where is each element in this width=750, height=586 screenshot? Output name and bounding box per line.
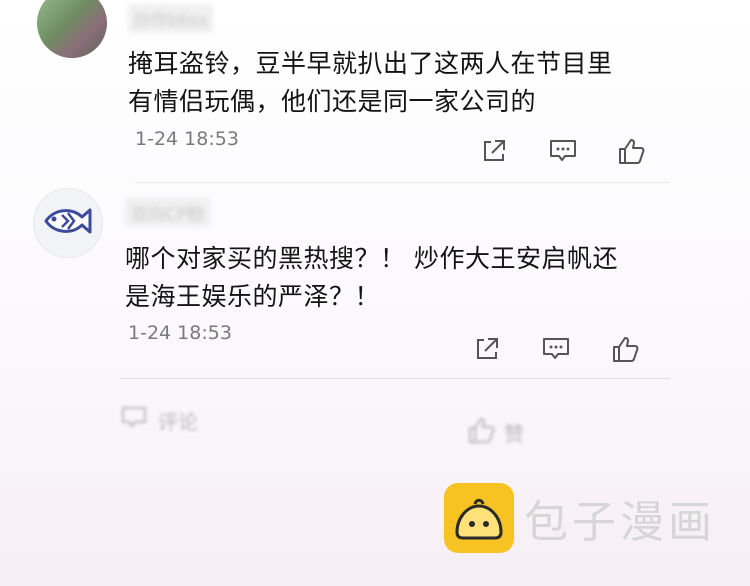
bottom-like-button[interactable]: 赞 [466,415,524,450]
comment-username[interactable]: 双向CP粉 [125,198,211,227]
bottom-like-label: 赞 [504,422,524,446]
comment-text-line-2: 是海王娱乐的严泽？！ [125,282,381,311]
comment-text-line-1: 掩耳盗铃，豆半早就扒出了这两人在节目里 [128,49,613,78]
comment-username[interactable]: 炒作bbss [128,4,214,33]
comment-icon [120,405,150,436]
bottom-comment-button[interactable]: 评论 [120,405,198,436]
comment-text-line-2: 有情侣玩偶，他们还是同一家公司的 [128,87,537,116]
brand-name: 包子漫画 [524,497,716,548]
bottom-comment-label: 评论 [158,410,198,434]
fish-icon [40,201,96,245]
divider [135,182,670,183]
divider [120,378,670,379]
like-icon [466,415,496,450]
bun-logo-icon [444,483,514,553]
share-icon[interactable] [477,134,511,168]
like-icon[interactable] [608,332,642,366]
comment-timestamp: 1-24 18:53 [128,322,232,344]
like-icon[interactable] [614,134,648,168]
brand-watermark: 包子漫画 [444,483,716,553]
share-icon[interactable] [470,332,504,366]
comment-icon[interactable] [546,134,580,168]
avatar[interactable] [33,188,103,258]
avatar[interactable] [37,0,107,58]
comment-icon[interactable] [539,332,573,366]
comment-timestamp: 1-24 18:53 [135,128,239,150]
comment-text-line-1: 哪个对家买的黑热搜？！ 炒作大王安启帆还 [125,244,618,273]
